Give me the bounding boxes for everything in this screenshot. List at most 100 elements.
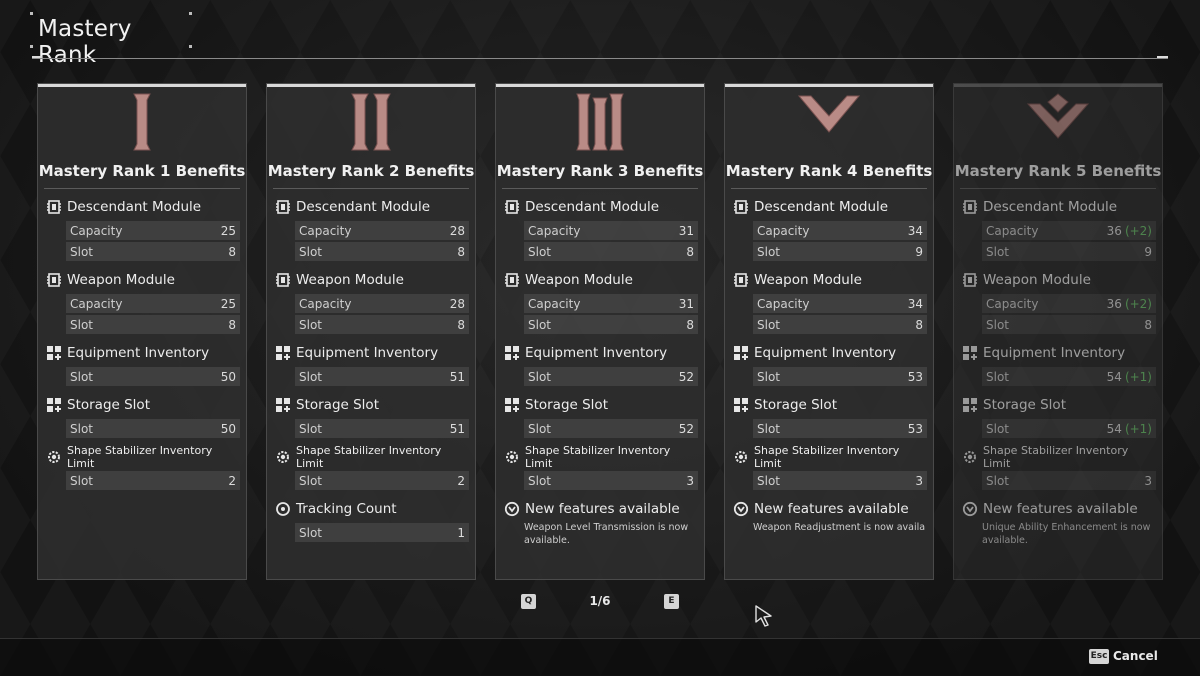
section-label: Storage Slot <box>754 396 837 413</box>
mouse-cursor-icon <box>755 605 772 627</box>
stat-value: 8 <box>457 244 465 259</box>
section-header: Weapon Module <box>275 267 469 292</box>
stat-row: Slot 2 <box>295 471 469 490</box>
rank-card-1[interactable]: Mastery Rank 1 Benefits Descendant Module… <box>37 83 247 580</box>
stat-value: 36 <box>1106 296 1122 311</box>
inventory-grid-icon <box>46 397 62 413</box>
section-label: Weapon Module <box>67 271 175 288</box>
prev-page-key[interactable]: Q <box>521 594 536 609</box>
section-label: Shape Stabilizer Inventory Limit <box>754 443 900 470</box>
inventory-grid-icon <box>504 397 520 413</box>
title-divider <box>32 58 1168 59</box>
stat-value: 28 <box>449 296 465 311</box>
stat-row: Slot 8 <box>524 315 698 334</box>
gear-shape-icon <box>46 449 62 465</box>
section-label: Weapon Module <box>296 271 404 288</box>
stat-value: 52 <box>678 369 694 384</box>
module-chip-icon <box>504 199 520 215</box>
stat-value: 31 <box>678 223 694 238</box>
stat-label: Slot <box>528 317 551 332</box>
stat-value: 31 <box>678 296 694 311</box>
rank-card-2[interactable]: Mastery Rank 2 Benefits Descendant Module… <box>266 83 476 580</box>
card-title: Mastery Rank 4 Benefits <box>725 162 933 180</box>
section-header: Equipment Inventory <box>504 340 698 365</box>
section-header: Storage Slot <box>275 392 469 417</box>
module-chip-icon <box>46 272 62 288</box>
benefit-sections: Descendant Module Capacity 25 Slot 8 Weapon M… <box>46 194 240 496</box>
stat-label: Slot <box>757 369 780 384</box>
stat-value: 54 <box>1106 369 1122 384</box>
stat-bonus: (+2) <box>1124 296 1152 311</box>
stat-value: 8 <box>686 244 694 259</box>
rank-2-icon <box>267 92 475 154</box>
stat-value: 25 <box>220 223 236 238</box>
stat-row: Slot 8 <box>753 315 927 334</box>
card-title: Mastery Rank 1 Benefits <box>38 162 246 180</box>
stat-row: Slot 52 <box>524 419 698 438</box>
section-label: Shape Stabilizer Inventory Limit <box>983 443 1129 470</box>
stat-label: Slot <box>70 369 93 384</box>
section-label: Shape Stabilizer Inventory Limit <box>525 443 671 470</box>
stat-value: 53 <box>907 369 923 384</box>
section-header: Weapon Module <box>962 267 1156 292</box>
title-corner-dot <box>30 12 33 15</box>
inventory-grid-icon <box>733 345 749 361</box>
stat-label: Capacity <box>986 296 1039 311</box>
section-header: Weapon Module <box>504 267 698 292</box>
stat-row: Slot 54 (+1) <box>982 419 1156 438</box>
stat-bonus: (+1) <box>1124 421 1152 436</box>
cancel-button[interactable]: Cancel <box>1113 649 1158 663</box>
rank-5-icon <box>954 92 1162 154</box>
stat-row: Capacity 34 <box>753 221 927 240</box>
card-title: Mastery Rank 3 Benefits <box>496 162 704 180</box>
section-header: Shape Stabilizer Inventory Limit <box>504 443 698 470</box>
benefit-sections: Descendant Module Capacity 31 Slot 8 Weapon M… <box>504 194 698 551</box>
section-label: Weapon Module <box>983 271 1091 288</box>
rank-card-4[interactable]: Mastery Rank 4 Benefits Descendant Module… <box>724 83 934 580</box>
card-divider <box>731 188 927 189</box>
stat-label: Slot <box>528 421 551 436</box>
next-page-key[interactable]: E <box>664 594 679 609</box>
page-indicator: 1/6 <box>589 594 611 608</box>
gear-shape-icon <box>504 449 520 465</box>
stat-row: Capacity 36 (+2) <box>982 294 1156 313</box>
stat-label: Slot <box>528 473 551 488</box>
stat-value: 8 <box>228 317 236 332</box>
section-label: Shape Stabilizer Inventory Limit <box>296 443 442 470</box>
section-header: Storage Slot <box>733 392 927 417</box>
stat-label: Slot <box>757 473 780 488</box>
inventory-grid-icon <box>733 397 749 413</box>
section-label: Equipment Inventory <box>67 344 210 361</box>
page-title-frame: Mastery Rank <box>30 12 192 68</box>
section-header: Descendant Module <box>46 194 240 219</box>
rank-card-3[interactable]: Mastery Rank 3 Benefits Descendant Module… <box>495 83 705 580</box>
card-title: Mastery Rank 2 Benefits <box>267 162 475 180</box>
stat-label: Slot <box>757 244 780 259</box>
section-label: Storage Slot <box>67 396 150 413</box>
section-label: New features available <box>525 500 680 517</box>
esc-key[interactable]: Esc <box>1089 649 1109 664</box>
card-divider <box>502 188 698 189</box>
stat-value: 50 <box>220 421 236 436</box>
stat-value: 50 <box>220 369 236 384</box>
stat-row: Slot 53 <box>753 419 927 438</box>
rank-card-5[interactable]: Mastery Rank 5 Benefits Descendant Module… <box>953 83 1163 580</box>
stat-row: Slot 50 <box>66 367 240 386</box>
stat-bonus: (+1) <box>1124 369 1152 384</box>
stat-value: 8 <box>457 317 465 332</box>
tracking-target-icon <box>275 501 291 517</box>
section-label: Equipment Inventory <box>754 344 897 361</box>
stat-row: Capacity 25 <box>66 294 240 313</box>
stat-label: Capacity <box>528 223 581 238</box>
stat-label: Slot <box>299 473 322 488</box>
stat-value: 25 <box>220 296 236 311</box>
stat-value: 9 <box>915 244 923 259</box>
module-chip-icon <box>733 272 749 288</box>
title-corner-dot <box>189 12 192 15</box>
stat-row: Capacity 25 <box>66 221 240 240</box>
stat-row: Capacity 28 <box>295 294 469 313</box>
section-header: New features available <box>504 496 698 521</box>
stat-label: Slot <box>986 473 1009 488</box>
section-label: Equipment Inventory <box>983 344 1126 361</box>
stat-row: Slot 51 <box>295 367 469 386</box>
